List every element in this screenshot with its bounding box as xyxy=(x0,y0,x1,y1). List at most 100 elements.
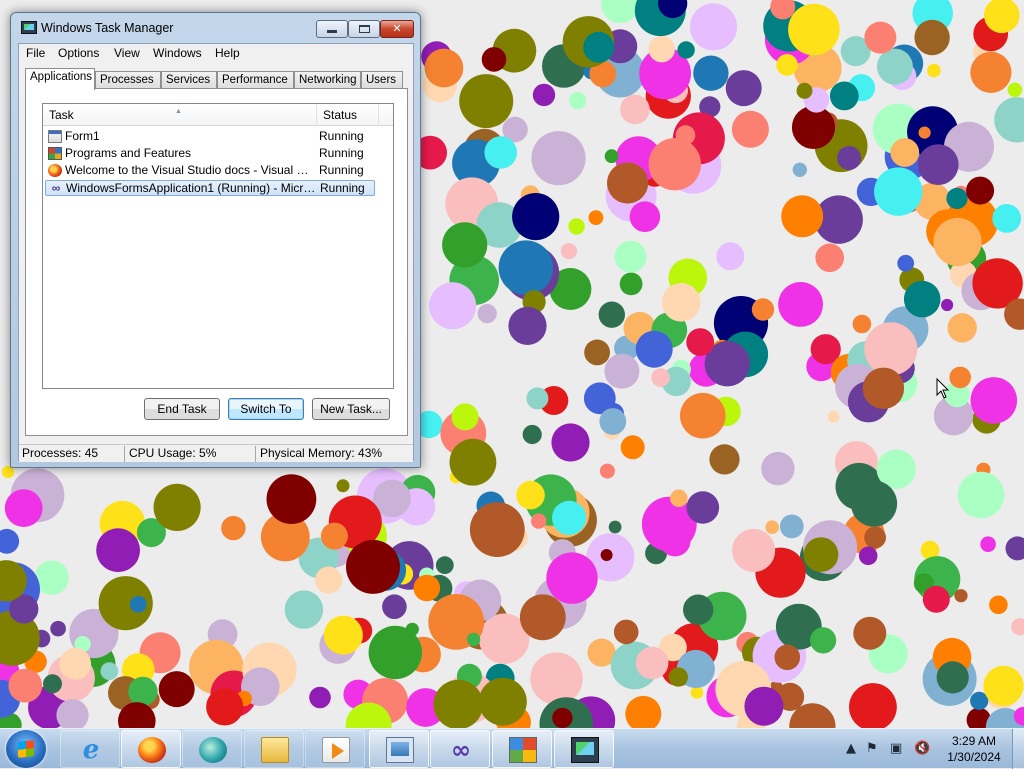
end-task-button[interactable]: End Task xyxy=(144,398,220,420)
taskbar-media-player[interactable] xyxy=(182,730,242,768)
wallpaper-circle xyxy=(625,696,661,728)
taskbar-task-manager[interactable] xyxy=(554,730,614,768)
wallpaper-circle xyxy=(315,567,342,594)
tab-processes[interactable]: Processes xyxy=(95,71,161,89)
close-button[interactable]: ✕ xyxy=(380,20,414,38)
menu-options[interactable]: Options xyxy=(53,45,104,61)
taskbar-form1[interactable] xyxy=(492,730,552,768)
wallpaper-circle xyxy=(781,195,823,237)
task-manager-window[interactable]: Windows Task Manager ✕ File Options View… xyxy=(10,12,421,468)
wallpaper-circle xyxy=(864,22,896,54)
wallpaper-circle xyxy=(607,162,648,203)
wallpaper-circle xyxy=(828,411,840,423)
wallpaper-circle xyxy=(159,671,195,707)
taskbar-internet-explorer[interactable]: e xyxy=(60,730,120,768)
taskbar-firefox[interactable] xyxy=(121,730,181,768)
wallpaper-circle xyxy=(614,620,639,645)
menu-view[interactable]: View xyxy=(109,45,145,61)
wallpaper-circle xyxy=(662,283,701,322)
wallpaper-circle xyxy=(761,452,794,485)
title-bar[interactable]: Windows Task Manager ✕ xyxy=(11,13,420,43)
wallpaper-circle xyxy=(600,464,615,479)
network-icon[interactable]: ▣ xyxy=(890,741,902,756)
wallpaper-circle xyxy=(897,255,914,272)
wallpaper-circle xyxy=(561,243,577,259)
tab-applications[interactable]: Applications xyxy=(25,68,95,90)
wallpaper-circle xyxy=(482,47,507,72)
table-row[interactable]: Form1 Running xyxy=(45,129,375,145)
wallpaper-circle xyxy=(531,513,546,528)
column-header-status[interactable]: Status xyxy=(317,104,379,126)
wallpaper-circle xyxy=(651,368,670,387)
wallpaper-circle xyxy=(923,586,950,613)
wallpaper-circle xyxy=(864,527,886,549)
switch-to-button[interactable]: Switch To xyxy=(228,398,304,420)
wallpaper-circle xyxy=(630,201,661,232)
table-row-selected[interactable]: ∞ WindowsFormsApplication1 (Running) - M… xyxy=(45,180,375,196)
wallpaper-circle xyxy=(206,688,243,725)
wallpaper-circle xyxy=(531,131,585,185)
wallpaper-circle xyxy=(154,484,201,531)
taskbar-media-center[interactable] xyxy=(305,730,365,768)
clock[interactable]: 3:29 AM 1/30/2024 xyxy=(938,733,1010,765)
status-bar: Processes: 45 CPU Usage: 5% Physical Mem… xyxy=(19,444,413,462)
tab-performance[interactable]: Performance xyxy=(217,71,294,89)
wallpaper-circle xyxy=(599,302,625,328)
wallpaper-circle xyxy=(546,552,597,603)
wallpaper-circle xyxy=(526,387,548,409)
wallpaper-circle xyxy=(636,647,669,680)
show-desktop-button[interactable] xyxy=(1012,729,1024,769)
action-center-flag-icon[interactable]: ⚑ xyxy=(866,741,878,756)
task-name: Welcome to the Visual Studio docs - Visu… xyxy=(65,163,315,178)
menu-file[interactable]: File xyxy=(21,45,50,61)
wallpaper-circle xyxy=(983,666,1023,706)
tab-users[interactable]: Users xyxy=(361,71,403,89)
task-status: Running xyxy=(319,129,364,144)
wallpaper-circle xyxy=(128,677,157,706)
wallpaper-circle xyxy=(459,74,513,128)
wallpaper-circle xyxy=(520,594,566,640)
task-list[interactable]: Task ▲ Status Form1 Running Programs and… xyxy=(42,103,394,389)
menu-windows[interactable]: Windows xyxy=(148,45,207,61)
table-row[interactable]: Welcome to the Visual Studio docs - Visu… xyxy=(45,163,375,179)
tiles-icon xyxy=(509,737,537,763)
wallpaper-circle xyxy=(583,32,614,63)
wallpaper-circle xyxy=(601,549,613,561)
taskbar: e ∞ ▲ ⚑ ▣ 🔇 3:29 AM 1/30/2024 xyxy=(0,728,1024,768)
tab-services[interactable]: Services xyxy=(161,71,217,89)
wallpaper-circle xyxy=(726,70,762,106)
wallpaper-circle xyxy=(693,55,728,90)
tab-networking[interactable]: Networking xyxy=(294,71,361,89)
system-tray: ▲ ⚑ ▣ 🔇 3:29 AM 1/30/2024 xyxy=(842,729,1024,769)
new-task-button[interactable]: New Task... xyxy=(312,398,390,420)
show-hidden-icons-icon[interactable]: ▲ xyxy=(846,741,856,756)
column-header-task[interactable]: Task ▲ xyxy=(43,104,317,126)
wallpaper-circle xyxy=(904,281,941,318)
wallpaper-circle xyxy=(849,683,897,728)
wallpaper-circle xyxy=(853,617,886,650)
wallpaper-circle xyxy=(434,680,484,728)
volume-muted-icon[interactable]: 🔇 xyxy=(914,741,930,756)
wallpaper-circle xyxy=(676,125,696,145)
wallpaper-circle xyxy=(649,138,701,190)
minimize-button[interactable] xyxy=(316,20,348,38)
menu-help[interactable]: Help xyxy=(210,45,245,61)
taskbar-explorer[interactable] xyxy=(244,730,304,768)
wallpaper-circle xyxy=(615,241,647,273)
wallpaper-circle xyxy=(994,97,1024,142)
wallpaper-circle xyxy=(992,204,1021,233)
form-icon xyxy=(48,130,62,143)
wallpaper-circle xyxy=(584,340,610,366)
table-row[interactable]: Programs and Features Running xyxy=(45,146,375,162)
taskbar-programs-features[interactable] xyxy=(369,730,429,768)
minimize-icon xyxy=(327,30,337,33)
wallpaper-circle xyxy=(864,322,917,375)
wallpaper-circle xyxy=(636,331,673,368)
taskbar-visual-studio[interactable]: ∞ xyxy=(430,730,490,768)
wallpaper-circle xyxy=(863,368,904,409)
maximize-button[interactable] xyxy=(348,20,380,38)
wallpaper-circle xyxy=(552,501,586,535)
wallpaper-circle xyxy=(429,282,476,329)
start-button[interactable] xyxy=(6,730,46,768)
wallpaper-circle xyxy=(436,556,454,574)
